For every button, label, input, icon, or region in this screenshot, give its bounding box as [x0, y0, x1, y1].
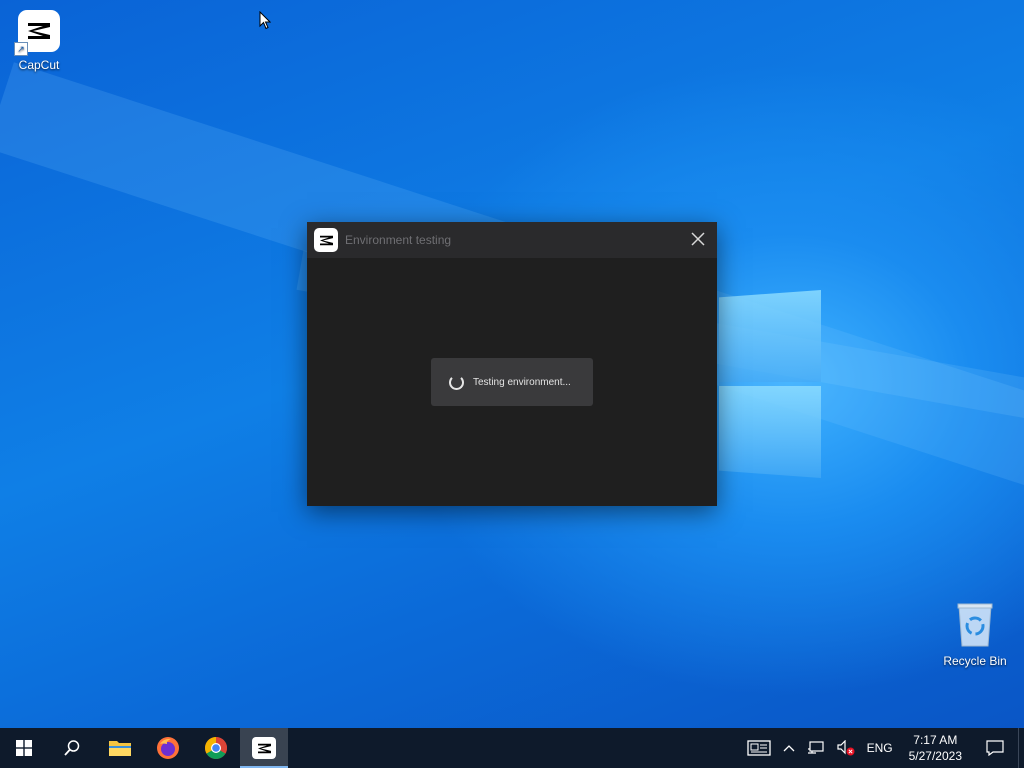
taskbar-firefox[interactable] — [144, 728, 192, 768]
capcut-icon — [314, 228, 338, 252]
search-button[interactable] — [48, 728, 96, 768]
environment-testing-dialog: Environment testing Testing environment.… — [307, 222, 717, 506]
clock-date: 5/27/2023 — [908, 749, 962, 763]
firefox-icon — [157, 737, 179, 759]
close-button[interactable] — [689, 231, 707, 249]
network-icon — [807, 741, 824, 754]
action-center-button[interactable] — [972, 728, 1018, 768]
taskbar-capcut[interactable] — [240, 728, 288, 768]
start-button[interactable] — [0, 728, 48, 768]
mouse-cursor-icon — [259, 10, 272, 35]
clock[interactable]: 7:17 AM 5/27/2023 — [899, 732, 972, 764]
desktop-icon-capcut[interactable]: ↗ CapCut — [0, 10, 79, 72]
capcut-icon: ↗ — [14, 10, 60, 56]
search-icon — [64, 740, 80, 756]
language-indicator[interactable]: ENG — [861, 728, 899, 768]
status-message: Testing environment... — [473, 376, 571, 388]
show-hidden-icons-button[interactable] — [777, 728, 801, 768]
desktop-icon-recycle-bin[interactable]: Recycle Bin — [935, 602, 1015, 668]
recycle-bin-icon — [955, 602, 995, 648]
logo-pane — [719, 290, 821, 382]
dialog-title: Environment testing — [345, 233, 452, 247]
chrome-icon — [205, 737, 227, 759]
chevron-up-icon — [783, 745, 795, 752]
system-tray: ENG 7:17 AM 5/27/2023 — [741, 728, 1024, 768]
clock-time: 7:17 AM — [913, 733, 958, 747]
desktop-icon-label: Recycle Bin — [943, 654, 1007, 668]
close-icon — [691, 232, 705, 246]
network-button[interactable] — [801, 728, 831, 768]
desktop-icon-label: CapCut — [18, 58, 60, 72]
notification-icon — [986, 740, 1004, 756]
loading-spinner-icon — [449, 374, 464, 390]
speaker-muted-icon — [836, 740, 855, 756]
capcut-icon — [252, 737, 276, 759]
news-icon — [746, 740, 771, 756]
desktop: ↗ CapCut Recycle Bin Environment testing — [0, 0, 1024, 728]
taskbar-chrome[interactable] — [192, 728, 240, 768]
show-desktop-button[interactable] — [1018, 728, 1024, 768]
shortcut-arrow-icon: ↗ — [14, 42, 28, 56]
logo-pane — [719, 386, 821, 478]
taskbar-file-explorer[interactable] — [96, 728, 144, 768]
taskbar: ENG 7:17 AM 5/27/2023 — [0, 728, 1024, 768]
dialog-titlebar[interactable]: Environment testing — [307, 222, 717, 258]
news-widget-button[interactable] — [741, 728, 777, 768]
status-toast: Testing environment... — [431, 358, 593, 406]
volume-button[interactable] — [831, 728, 861, 768]
folder-icon — [109, 741, 131, 756]
windows-start-icon — [16, 740, 32, 756]
